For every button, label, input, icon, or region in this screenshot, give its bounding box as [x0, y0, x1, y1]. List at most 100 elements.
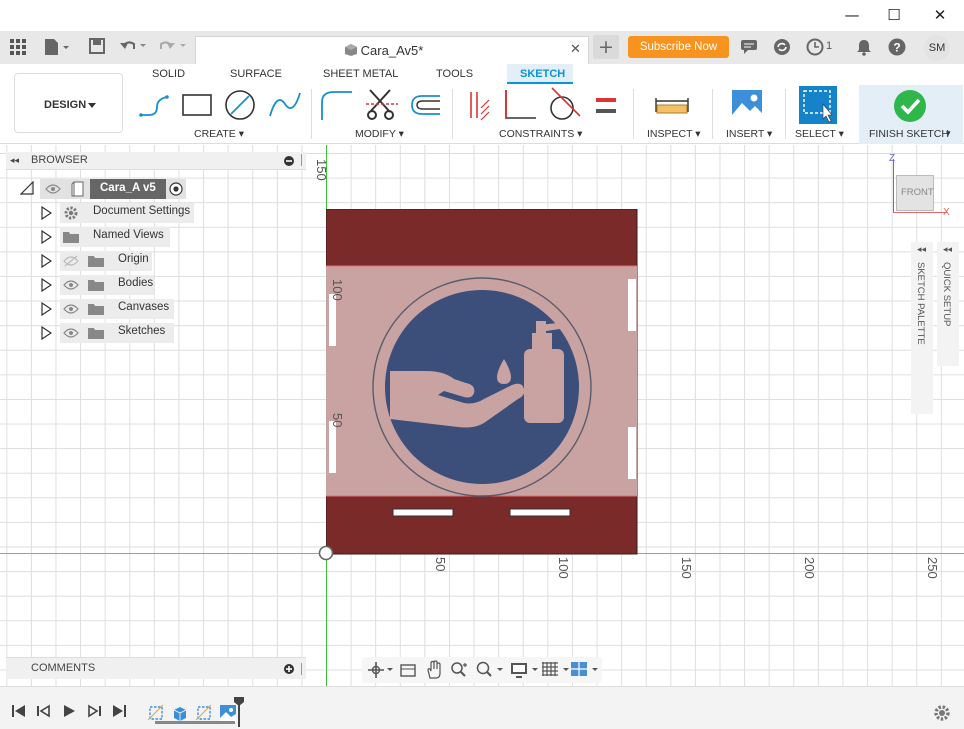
- plus-icon[interactable]: [284, 664, 294, 674]
- job-status-icon[interactable]: [806, 38, 824, 59]
- eye-icon[interactable]: [63, 327, 79, 339]
- parallel-constraint-icon[interactable]: [465, 90, 491, 122]
- tree-item-named-views[interactable]: Named Views: [40, 227, 180, 247]
- insert-image-icon[interactable]: [731, 89, 763, 121]
- create-menu[interactable]: CREATE ▾: [194, 128, 244, 140]
- new-tab-button[interactable]: +: [593, 35, 619, 59]
- view-cube-front-face[interactable]: FRONT: [896, 175, 934, 211]
- measure-tool-icon[interactable]: [654, 94, 690, 116]
- tree-item-canvases[interactable]: Canvases: [40, 299, 180, 319]
- step-forward-icon[interactable]: [85, 703, 103, 719]
- maximize-button[interactable]: ☐: [871, 4, 917, 26]
- finish-sketch-button[interactable]: FINISH SKETCH ▾: [859, 85, 963, 144]
- grid-menu-icon[interactable]: [8, 38, 28, 58]
- workspace-switcher[interactable]: DESIGN: [14, 73, 123, 133]
- tangent-constraint-icon[interactable]: [546, 86, 582, 122]
- sketch-feature-icon[interactable]: [147, 704, 165, 722]
- circle-tool-icon[interactable]: [223, 88, 257, 122]
- redo-icon[interactable]: [158, 38, 190, 58]
- insert-menu[interactable]: INSERT ▾: [726, 128, 772, 140]
- tree-item-bodies[interactable]: Bodies: [40, 275, 160, 295]
- expand-triangle-icon[interactable]: [40, 206, 52, 220]
- go-to-start-icon[interactable]: [10, 703, 28, 719]
- look-at-icon[interactable]: [399, 661, 417, 679]
- expand-triangle-icon[interactable]: [40, 230, 52, 244]
- close-tab-icon[interactable]: ✕: [570, 42, 581, 57]
- tab-sheet-metal[interactable]: SHEET METAL: [323, 68, 398, 80]
- collapse-icon[interactable]: ◂◂: [10, 155, 19, 166]
- notifications-icon[interactable]: [855, 38, 873, 59]
- timeline-marker-icon[interactable]: [233, 696, 245, 728]
- activate-radio-icon[interactable]: [169, 182, 183, 196]
- minimize-button[interactable]: —: [829, 4, 875, 26]
- document-icon: [71, 181, 84, 197]
- tab-solid[interactable]: SOLID: [152, 68, 185, 80]
- rectangle-tool-icon[interactable]: [181, 92, 213, 118]
- display-settings-icon[interactable]: [510, 661, 542, 679]
- equal-constraint-icon[interactable]: [594, 96, 618, 116]
- step-back-icon[interactable]: [35, 703, 53, 719]
- eye-hidden-icon[interactable]: [63, 255, 79, 267]
- sketch-palette-panel[interactable]: ◂◂ SKETCH PALETTE: [911, 242, 933, 414]
- play-icon[interactable]: [60, 703, 78, 719]
- go-to-end-icon[interactable]: [110, 703, 128, 719]
- timeline-track[interactable]: [145, 699, 245, 725]
- view-cube[interactable]: Z X FRONT: [888, 153, 954, 218]
- tree-item-origin[interactable]: Origin: [40, 251, 160, 271]
- viewports-icon[interactable]: [570, 661, 602, 679]
- constraints-menu[interactable]: CONSTRAINTS ▾: [499, 128, 582, 140]
- user-avatar[interactable]: SM: [924, 35, 950, 61]
- expand-triangle-icon[interactable]: [40, 326, 52, 340]
- offset-tool-icon[interactable]: [406, 90, 442, 120]
- browser-header[interactable]: ◂◂ BROWSER: [6, 152, 306, 170]
- help-icon[interactable]: ?: [888, 38, 906, 59]
- comments-panel[interactable]: COMMENTS: [6, 657, 306, 679]
- expand-triangle-icon[interactable]: [40, 278, 52, 292]
- tree-item-document-settings[interactable]: Document Settings: [40, 203, 200, 223]
- fillet-tool-icon[interactable]: [318, 88, 354, 122]
- tab-sketch[interactable]: SKETCH: [507, 64, 573, 84]
- pan-icon[interactable]: [425, 660, 443, 680]
- expanded-triangle-icon[interactable]: [20, 181, 34, 195]
- eye-icon[interactable]: [63, 303, 79, 315]
- document-tab[interactable]: Cara_Av5* ✕: [195, 36, 589, 64]
- sketch-geometry: [326, 209, 638, 555]
- modify-menu[interactable]: MODIFY ▾: [355, 128, 404, 140]
- undo-icon[interactable]: [118, 38, 150, 58]
- perpendicular-constraint-icon[interactable]: [502, 88, 538, 122]
- settings-gear-icon[interactable]: [933, 704, 951, 722]
- select-menu[interactable]: SELECT ▾: [795, 128, 844, 140]
- tab-surface[interactable]: SURFACE: [230, 68, 282, 80]
- expand-triangle-icon[interactable]: [40, 254, 52, 268]
- save-icon[interactable]: [87, 38, 107, 58]
- zoom-icon[interactable]: [450, 661, 470, 679]
- fit-icon[interactable]: [475, 661, 507, 679]
- subscribe-button[interactable]: Subscribe Now: [628, 36, 729, 58]
- inspect-menu[interactable]: INSPECT ▾: [647, 128, 701, 140]
- select-box-icon: [803, 90, 833, 123]
- tree-item-label: Origin: [118, 253, 149, 265]
- grid-settings-icon[interactable]: [541, 661, 573, 679]
- spline-tool-icon[interactable]: [267, 88, 303, 120]
- line-tool-icon[interactable]: [137, 89, 173, 119]
- sketch-feature-icon[interactable]: [195, 704, 213, 722]
- tree-root[interactable]: Cara_A v5: [20, 179, 190, 199]
- quick-setup-panel[interactable]: ◂◂ QUICK SETUP: [937, 242, 959, 366]
- comment-icon[interactable]: [740, 39, 758, 58]
- trim-tool-icon[interactable]: [364, 86, 400, 122]
- eye-icon[interactable]: [63, 279, 79, 291]
- expand-triangle-icon[interactable]: [40, 302, 52, 316]
- tree-item-sketches[interactable]: Sketches: [40, 323, 180, 343]
- file-menu-icon[interactable]: [42, 38, 72, 58]
- workspace-label: DESIGN: [44, 99, 87, 111]
- minus-icon[interactable]: [284, 156, 294, 166]
- extrude-feature-icon[interactable]: [171, 704, 189, 722]
- select-tool[interactable]: [799, 86, 837, 124]
- eye-icon[interactable]: [45, 183, 61, 195]
- tab-slot: [628, 279, 636, 331]
- close-button[interactable]: ✕: [917, 4, 963, 26]
- orbit-icon[interactable]: [367, 661, 393, 679]
- sync-icon[interactable]: [773, 38, 791, 59]
- title-bar: — ☐ ✕: [0, 0, 964, 31]
- tab-tools[interactable]: TOOLS: [436, 68, 473, 80]
